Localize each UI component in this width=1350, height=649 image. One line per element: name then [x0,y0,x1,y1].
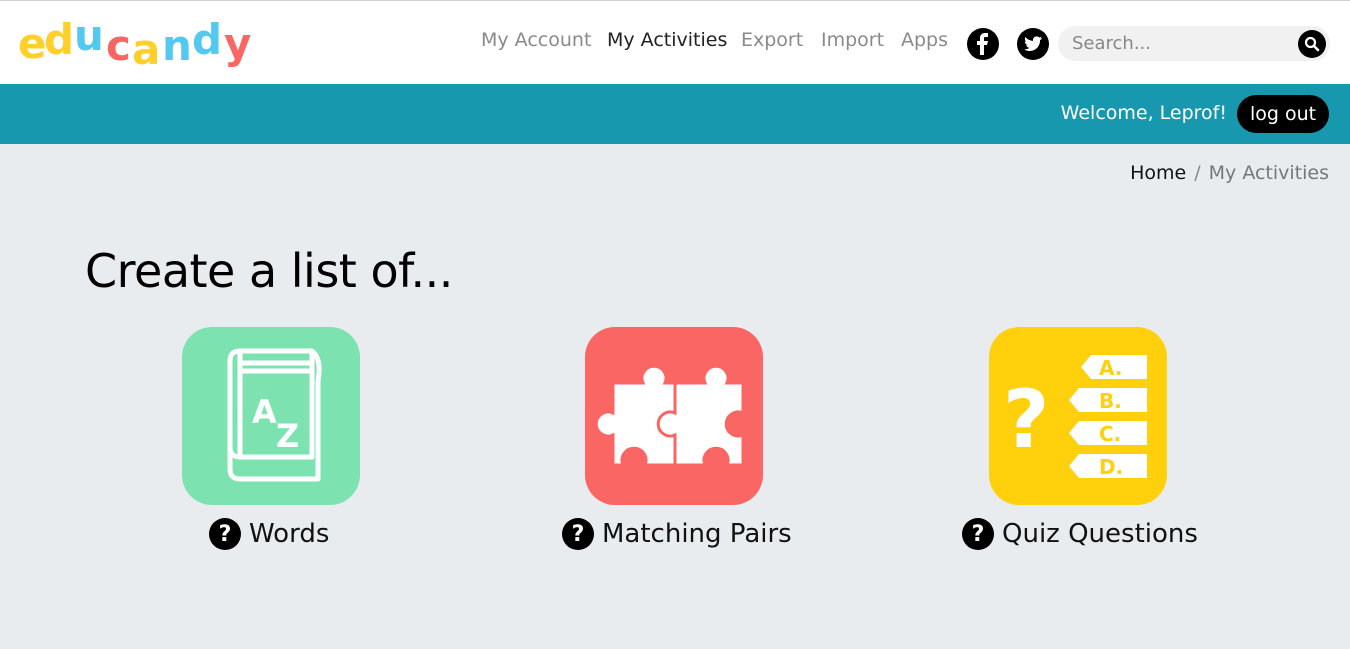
welcome-message: Welcome, Leprof! [1060,102,1227,124]
twitter-icon[interactable] [1017,28,1049,60]
help-icon[interactable]: ? [209,518,241,550]
logo-letter-d2: d [192,15,223,64]
breadcrumb-home[interactable]: Home [1130,162,1186,184]
logo-letter-a: a [132,25,161,74]
svg-text:C.: C. [1099,422,1121,446]
search-button[interactable] [1298,30,1326,58]
logo-letter-y: y [224,19,252,68]
logo-letter-e: e [18,19,47,68]
breadcrumb: Home / My Activities [1130,162,1329,184]
page-title: Create a list of... [85,244,453,298]
nav-my-activities[interactable]: My Activities [607,29,727,51]
quiz-questions-text: Quiz Questions [1002,519,1198,549]
facebook-icon[interactable] [967,28,999,60]
logo-letter-u: u [74,11,104,60]
matching-pairs-text: Matching Pairs [602,519,792,549]
matching-pairs-label[interactable]: ? Matching Pairs [562,516,792,552]
logout-button[interactable]: log out [1237,95,1329,133]
quiz-questions-card[interactable]: ? A. B. C. D. [989,327,1167,505]
nav-my-account[interactable]: My Account [481,29,591,51]
search-box [1058,26,1330,61]
words-card[interactable]: A Z [182,327,360,505]
help-icon[interactable]: ? [562,518,594,550]
help-icon[interactable]: ? [962,518,994,550]
top-header: e d u c a n d y My Account My Activities… [0,0,1350,84]
search-input[interactable] [1072,31,1292,56]
svg-text:B.: B. [1099,389,1122,413]
logo-letter-c: c [106,21,131,70]
svg-text:Z: Z [276,417,299,455]
matching-pairs-card[interactable] [585,327,763,505]
breadcrumb-separator: / [1194,162,1201,184]
book-az-icon: A Z [182,327,360,505]
words-text: Words [249,519,330,549]
breadcrumb-current: My Activities [1208,162,1329,184]
svg-text:A.: A. [1099,356,1122,380]
welcome-bar: Welcome, Leprof! [0,84,1350,144]
logo-letter-d: d [44,15,75,64]
logo-letter-n: n [162,21,192,70]
words-label[interactable]: ? Words [209,516,329,552]
svg-text:D.: D. [1099,455,1123,479]
nav-apps[interactable]: Apps [901,29,948,51]
nav-import[interactable]: Import [821,29,884,51]
svg-text:A: A [252,393,277,431]
quiz-questions-label[interactable]: ? Quiz Questions [962,516,1198,552]
educandy-logo[interactable]: e d u c a n d y [18,11,263,74]
quiz-abcd-icon: ? A. B. C. D. [989,327,1167,505]
puzzle-icon [585,327,763,505]
svg-text:?: ? [1003,373,1049,466]
search-icon [1304,36,1320,52]
nav-export[interactable]: Export [741,29,803,51]
